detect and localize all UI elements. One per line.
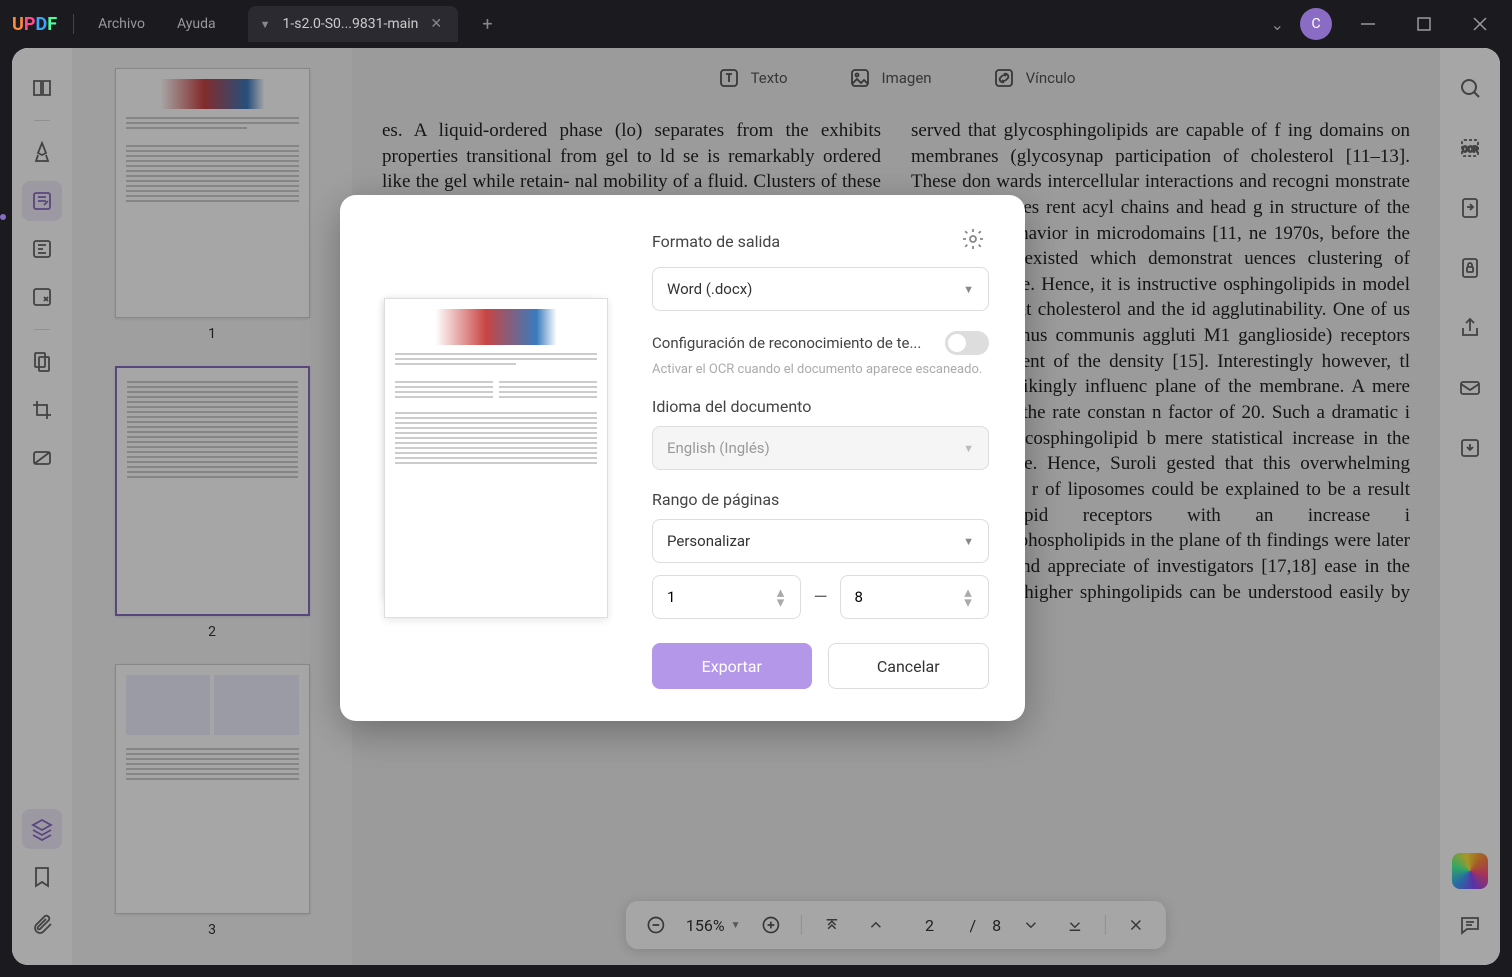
dialog-preview bbox=[376, 227, 616, 689]
spinner-down-icon[interactable]: ▾ bbox=[962, 598, 974, 606]
output-format-label: Formato de salida bbox=[652, 232, 780, 251]
range-separator: — bbox=[813, 587, 827, 608]
chevron-down-icon: ▼ bbox=[963, 442, 974, 455]
gear-icon[interactable] bbox=[961, 227, 989, 255]
tab-title: 1-s2.0-S0...9831-main bbox=[282, 16, 418, 32]
ocr-label: Configuración de reconocimiento de te... bbox=[652, 334, 921, 352]
cancel-button[interactable]: Cancelar bbox=[828, 643, 990, 689]
ocr-hint: Activar el OCR cuando el documento apare… bbox=[652, 361, 989, 379]
ocr-toggle[interactable] bbox=[945, 331, 989, 355]
language-select[interactable]: English (Inglés) ▼ bbox=[652, 426, 989, 470]
menu-file[interactable]: Archivo bbox=[90, 12, 153, 36]
language-label: Idioma del documento bbox=[652, 397, 989, 416]
range-from-input[interactable]: ▴▾ bbox=[652, 575, 801, 619]
document-tab[interactable]: ▼ 1-s2.0-S0...9831-main ✕ bbox=[248, 6, 459, 42]
output-format-select[interactable]: Word (.docx) ▼ bbox=[652, 267, 989, 311]
chevron-down-icon[interactable]: ▼ bbox=[260, 18, 271, 31]
indicator-dot bbox=[0, 214, 6, 220]
minimize-button[interactable] bbox=[1348, 8, 1388, 40]
close-button[interactable] bbox=[1460, 8, 1500, 40]
spinner-down-icon[interactable]: ▾ bbox=[774, 598, 786, 606]
avatar[interactable]: C bbox=[1300, 8, 1332, 40]
logo: UPDF bbox=[12, 14, 57, 35]
range-label: Rango de páginas bbox=[652, 490, 989, 509]
chevron-down-icon[interactable]: ⌄ bbox=[1271, 15, 1284, 34]
divider bbox=[73, 14, 74, 34]
new-tab-button[interactable]: + bbox=[474, 10, 500, 39]
menu-help[interactable]: Ayuda bbox=[169, 12, 224, 36]
range-to-input[interactable]: ▴▾ bbox=[840, 575, 989, 619]
chevron-down-icon: ▼ bbox=[963, 535, 974, 548]
export-button[interactable]: Exportar bbox=[652, 643, 812, 689]
range-select[interactable]: Personalizar ▼ bbox=[652, 519, 989, 563]
export-dialog: Formato de salida Word (.docx) ▼ Configu… bbox=[340, 195, 1025, 721]
close-icon[interactable]: ✕ bbox=[430, 16, 446, 32]
maximize-button[interactable] bbox=[1404, 8, 1444, 40]
chevron-down-icon: ▼ bbox=[963, 283, 974, 296]
